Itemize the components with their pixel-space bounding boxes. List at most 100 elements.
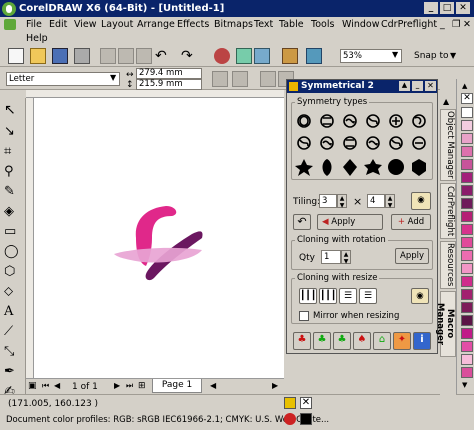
page-tab[interactable]: Page 1 [152, 379, 202, 393]
resize-option-1-icon[interactable]: ┃┃┃ [299, 288, 317, 304]
tab-object-manager[interactable]: Object Manager [440, 109, 456, 181]
apply-rotation-button[interactable]: Apply [395, 248, 429, 264]
drawing-artwork[interactable] [34, 98, 284, 378]
paper-type-dropdown[interactable]: Letter [6, 72, 120, 86]
menu-window[interactable]: Window [342, 19, 379, 30]
menu-table[interactable]: Table [279, 19, 304, 30]
color-swatch[interactable] [461, 328, 473, 339]
menu-arrange[interactable]: Arrange [137, 19, 175, 30]
page-height-field[interactable]: 215.9 mm [136, 79, 202, 90]
add-page-icon[interactable]: ⊞ [138, 381, 146, 391]
chevron-down-icon[interactable]: ▼ [392, 50, 398, 59]
menu-edit[interactable]: Edit [49, 19, 67, 30]
shape-tool-icon[interactable]: ↘ [4, 124, 22, 142]
tiling-b-field[interactable]: 4 [367, 194, 385, 208]
qty-field[interactable]: 1 [321, 250, 341, 264]
doc-close-button[interactable]: ✕ [463, 19, 471, 30]
color-swatch[interactable] [461, 120, 473, 131]
menu-cdrpreflight[interactable]: CdrPreflight [381, 19, 437, 30]
color-swatch[interactable] [461, 159, 473, 170]
palette-down-icon[interactable]: ▼ [462, 381, 467, 389]
menu-view[interactable]: View [74, 19, 97, 30]
parallel-dimension-icon[interactable]: ⟋ [4, 324, 22, 342]
docker-minimize-icon[interactable]: _ [412, 81, 423, 91]
doc-info-icon[interactable]: ▣ [28, 381, 37, 391]
search-content-icon[interactable] [214, 48, 230, 64]
basic-shapes-icon[interactable]: ⬦ [4, 284, 22, 302]
tab-cdrpreflight[interactable]: CdrPreflight [440, 183, 456, 239]
color-profiles[interactable]: Document color profiles: RGB: sRGB IEC61… [6, 415, 329, 425]
polygon-tool-icon[interactable]: ⬡ [4, 264, 22, 282]
drawing-canvas[interactable] [34, 98, 284, 378]
color-swatch[interactable] [461, 250, 473, 261]
resize-option-2-icon[interactable]: ┃┃┃ [319, 288, 337, 304]
crop-tool-icon[interactable]: ⌗ [4, 144, 22, 162]
color-swatch[interactable] [461, 146, 473, 157]
color-swatch[interactable] [461, 354, 473, 365]
tiling-a-spinner-icon[interactable]: ▲ ▼ [337, 194, 347, 209]
menu-help[interactable]: Help [26, 33, 48, 44]
corel-connect-icon[interactable] [306, 48, 322, 64]
tab-resources[interactable]: Resources [440, 241, 456, 289]
last-page-icon[interactable]: ⏭ [126, 381, 133, 391]
color-swatch[interactable] [461, 107, 473, 118]
menu-file[interactable]: File [26, 19, 42, 30]
paste-icon[interactable] [136, 48, 152, 64]
connector-tool-icon[interactable]: ⤡ [4, 344, 22, 362]
bottom-tool-5-icon[interactable]: ⌂ [373, 332, 391, 350]
add-button[interactable]: + Add [391, 214, 431, 230]
menu-bitmaps[interactable]: Bitmaps [214, 19, 253, 30]
color-swatch[interactable] [461, 302, 473, 313]
color-swatch[interactable] [461, 237, 473, 248]
palette-up-icon[interactable]: ▲ [462, 82, 467, 90]
docker-close-icon[interactable]: ✕ [425, 81, 436, 91]
color-swatch[interactable] [461, 315, 473, 326]
snap-to-dropdown[interactable]: Snap to [414, 51, 449, 61]
qty-spinner-icon[interactable]: ▲ ▼ [341, 250, 351, 265]
bottom-tool-3-icon[interactable]: ♣ [333, 332, 351, 350]
fill-indicator-icon[interactable] [284, 397, 296, 409]
bottom-tool-6-icon[interactable]: ✦ [393, 332, 411, 350]
bottom-tool-1-icon[interactable]: ♣ [293, 332, 311, 350]
outline-color-icon[interactable] [300, 413, 312, 425]
new-icon[interactable] [8, 48, 24, 64]
freehand-tool-icon[interactable]: ✎ [4, 184, 22, 202]
landscape-icon[interactable] [232, 71, 248, 87]
minimize-button[interactable]: _ [424, 2, 438, 14]
resize-settings-button[interactable]: ◉ [411, 288, 429, 304]
vertical-ruler[interactable] [26, 98, 34, 378]
prev-page-icon[interactable]: ◀ [54, 381, 60, 390]
outline-indicator-icon[interactable] [284, 413, 296, 425]
bottom-tool-2-icon[interactable]: ♣ [313, 332, 331, 350]
color-swatch[interactable] [461, 198, 473, 209]
copy-icon[interactable] [118, 48, 134, 64]
undo-symmetry-button[interactable]: ↶ [293, 214, 311, 230]
docker-rollup-icon[interactable]: ▲ [399, 81, 410, 91]
tabs-scroll-icon[interactable]: ▲ [443, 97, 449, 106]
tiling-a-field[interactable]: 3 [319, 194, 337, 208]
scroll-right-icon[interactable]: ▶ [272, 381, 278, 390]
paper-chevron-icon[interactable]: ▼ [110, 73, 116, 82]
scroll-left-icon[interactable]: ◀ [210, 381, 216, 390]
color-swatch[interactable] [461, 172, 473, 183]
menu-doc-icon[interactable] [4, 19, 16, 30]
open-icon[interactable] [30, 48, 46, 64]
color-swatch[interactable] [461, 224, 473, 235]
color-swatch[interactable] [461, 341, 473, 352]
apply-button[interactable]: ◀ Apply [317, 214, 383, 230]
tab-macro-manager[interactable]: Macro Manager [435, 291, 456, 357]
snap-chevron-icon[interactable]: ▼ [450, 51, 456, 60]
eyedropper-tool-icon[interactable]: ✒ [4, 364, 22, 382]
color-swatch[interactable] [461, 276, 473, 287]
ellipse-tool-icon[interactable]: ◯ [4, 244, 22, 262]
resize-option-4-icon[interactable]: ☰ [359, 288, 377, 304]
bottom-tool-4-icon[interactable]: ♠ [353, 332, 371, 350]
text-tool-icon[interactable]: A [4, 304, 22, 322]
resize-option-3-icon[interactable]: ☰ [339, 288, 357, 304]
export-icon[interactable] [254, 48, 270, 64]
doc-minimize-button[interactable]: _ [440, 19, 445, 30]
undo-icon[interactable]: ↶ [154, 48, 170, 64]
no-color-swatch[interactable]: ✕ [461, 93, 473, 104]
color-swatch[interactable] [461, 289, 473, 300]
menu-text[interactable]: Text [254, 19, 273, 30]
